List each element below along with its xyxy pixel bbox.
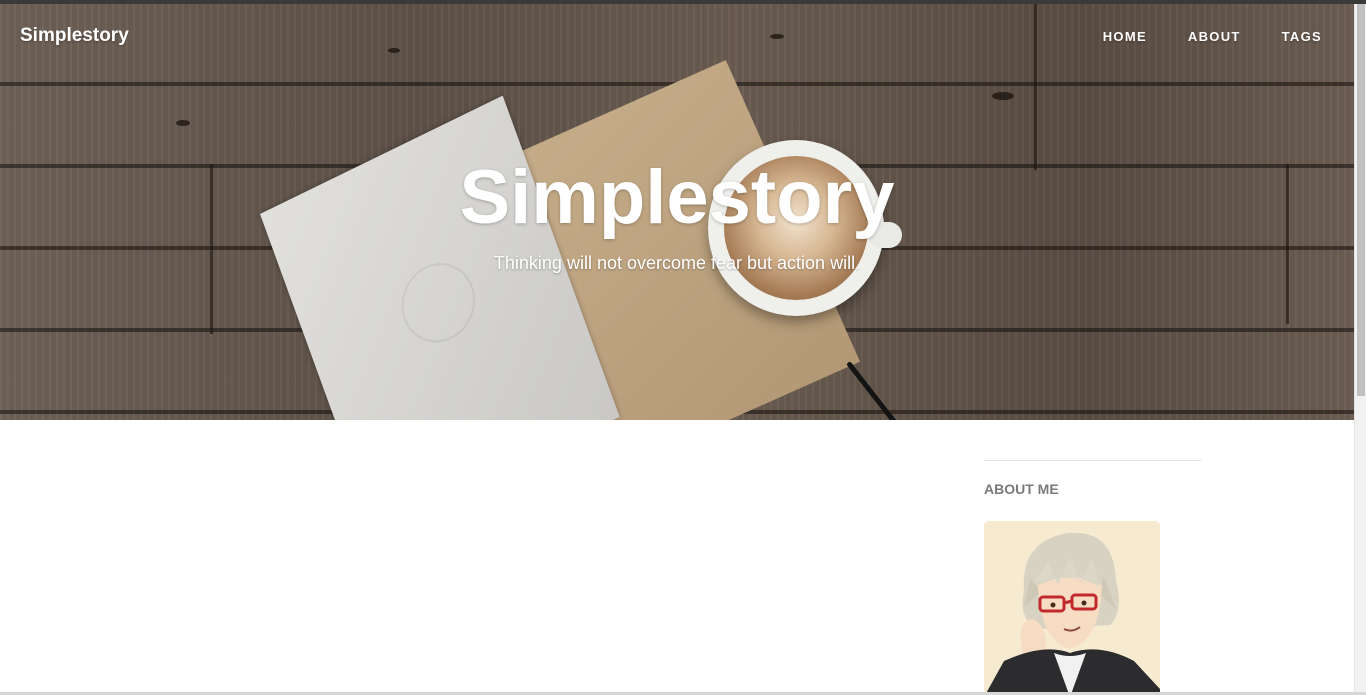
site-brand-link[interactable]: Simplestory <box>20 25 129 47</box>
hero-subtitle: Thinking will not overcome fear but acti… <box>493 253 861 273</box>
avatar-image <box>984 521 1160 695</box>
nav-about-link[interactable]: ABOUT <box>1188 29 1241 44</box>
nav-home-link[interactable]: HOME <box>1103 29 1147 44</box>
hero-header: Simplestory HOME ABOUT TAGS Simplestory … <box>0 4 1354 420</box>
main-nav: HOME ABOUT TAGS <box>1062 29 1322 44</box>
avatar-illustration <box>984 521 1160 695</box>
pen-image <box>846 360 906 420</box>
wood-knot <box>770 34 784 39</box>
nav-tags-link[interactable]: TAGS <box>1282 29 1322 44</box>
wood-knot <box>388 48 400 53</box>
wood-knot <box>992 92 1014 100</box>
wood-knot <box>176 120 190 126</box>
scrollbar-thumb[interactable] <box>1357 4 1365 396</box>
sidebar: ABOUT ME <box>984 460 1202 695</box>
hero-title: Simplestory <box>459 155 895 240</box>
plank-seam <box>1034 4 1037 170</box>
about-me-heading: ABOUT ME <box>984 481 1059 497</box>
sidebar-divider <box>984 460 1202 461</box>
page-scrollbar[interactable] <box>1354 4 1366 695</box>
